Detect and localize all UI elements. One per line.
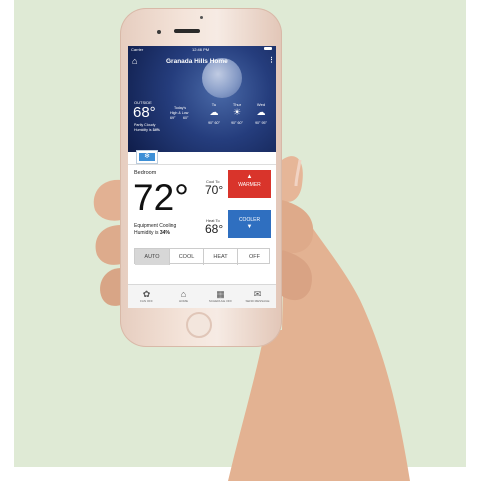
fan-icon: ✿ <box>142 289 151 299</box>
front-camera <box>200 16 203 19</box>
room-name: Bedroom <box>134 170 157 176</box>
cool-to-value: 70° <box>205 183 224 197</box>
mode-auto[interactable]: AUTO <box>135 249 169 265</box>
mode-selector: AUTO COOL HEAT OFF <box>134 248 271 265</box>
room-temperature: 72° <box>133 177 189 218</box>
home-nav-icon[interactable]: ⌂ <box>132 56 137 66</box>
page-title: Granada Hills Home <box>166 58 228 65</box>
cooler-button[interactable]: COOLER ▼ <box>228 210 271 238</box>
outside-humidity: Humidity is 34% <box>134 128 160 132</box>
envelope-icon: ✉ <box>253 289 262 299</box>
divider <box>128 164 276 165</box>
battery-icon <box>264 47 272 50</box>
rain-cloud-icon: ☁ <box>256 107 266 117</box>
bottom-tab-bar: ✿ FAN OFF ⌂ HOME ▦ SCHEDULE OFF ✉ SEND M… <box>128 284 276 308</box>
today-low: 60° <box>183 116 189 120</box>
forecast-temps: 90° 60° <box>231 121 243 125</box>
more-menu-icon[interactable]: ⋮ <box>268 56 275 64</box>
tab-label: FAN OFF <box>140 299 153 303</box>
thermostat-snowflake-icon: ❄ <box>139 153 155 161</box>
warmer-label: WARMER <box>238 182 261 188</box>
forecast-temps: 90° 60° <box>208 121 220 125</box>
tab-fan[interactable]: ✿ FAN OFF <box>128 285 165 308</box>
outside-temp: 68° <box>133 104 156 121</box>
tab-message[interactable]: ✉ SEND MESSAGE <box>239 285 276 308</box>
home-icon: ⌂ <box>180 289 187 299</box>
tab-schedule[interactable]: ▦ SCHEDULE OFF <box>202 285 239 308</box>
today-high: 69° <box>170 116 176 120</box>
proximity-sensor <box>157 30 161 34</box>
forecast-day: Thur ☀ 90° 60° <box>225 102 249 125</box>
carrier-label: Carrier <box>131 47 144 52</box>
forecast-temps: 90° 95° <box>255 121 267 125</box>
warmer-button[interactable]: ▲ WARMER <box>228 170 271 198</box>
mode-off[interactable]: OFF <box>237 249 271 265</box>
room-humidity: Humidity is 34% <box>134 230 170 236</box>
status-bar: Carrier 12:46 PM <box>128 46 276 54</box>
app-screen: Carrier 12:46 PM ⌂ Granada Hills Home ⋮ … <box>128 46 276 308</box>
up-arrow-icon: ▲ <box>246 174 253 180</box>
sun-icon: ☀ <box>232 107 242 117</box>
home-hardware-button[interactable] <box>186 312 212 338</box>
equipment-status: Equipment Cooling <box>134 223 177 229</box>
tab-home[interactable]: ⌂ HOME <box>165 285 202 308</box>
clock: 12:46 PM <box>192 47 210 52</box>
mode-cool[interactable]: COOL <box>169 249 203 265</box>
mode-heat[interactable]: HEAT <box>203 249 237 265</box>
forecast-day: Wed ☁ 90° 95° <box>249 102 273 125</box>
thermostat-card: ❄ Bedroom 72° Equipment Cooling Humidity… <box>128 150 276 284</box>
tab-label: SCHEDULE OFF <box>208 299 233 303</box>
weather-panel: Carrier 12:46 PM ⌂ Granada Hills Home ⋮ … <box>128 46 276 152</box>
tab-label: HOME <box>179 299 188 303</box>
forecast-day: Tu ☁ 90° 60° <box>202 102 226 125</box>
down-arrow-icon: ▼ <box>246 224 253 230</box>
schedule-icon: ▦ <box>216 289 225 299</box>
earpiece-speaker <box>174 29 200 33</box>
heat-to-value: 68° <box>205 222 224 236</box>
rain-cloud-icon: ☁ <box>209 107 219 117</box>
today-sublabel: High & Low <box>170 111 189 115</box>
tab-label: SEND MESSAGE <box>245 299 270 303</box>
today-label: Today's <box>174 106 187 110</box>
thermostat-device-tab[interactable]: ❄ <box>136 150 158 164</box>
outside-condition: Partly Cloudy <box>134 123 156 127</box>
